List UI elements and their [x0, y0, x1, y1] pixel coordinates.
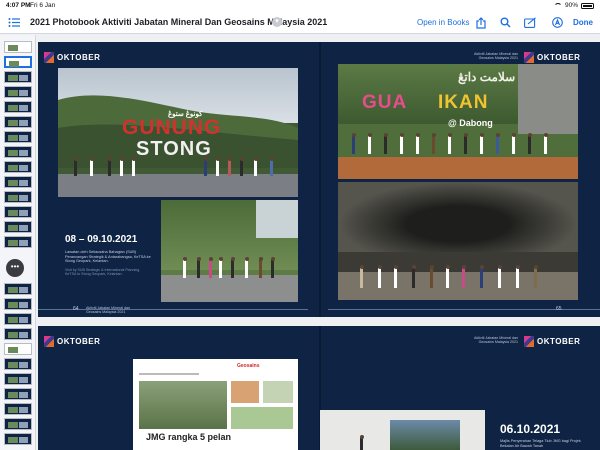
month-label: OKTOBER [537, 337, 581, 346]
status-right: 90% [553, 2, 594, 9]
page-thumbnail[interactable] [4, 388, 32, 400]
page-header-text: Aktiviti Jabatan Mineral dan Geosains Ma… [474, 52, 518, 61]
page-spread-66-67: OKTOBER Geosains JMG rangka 5 pelan Akti… [38, 326, 600, 450]
newspaper-logo: Geosains [237, 363, 260, 369]
page-thumbnail[interactable] [4, 236, 32, 248]
status-time: 4:07 PM [6, 2, 31, 9]
photo-ceremony [320, 410, 485, 450]
done-button[interactable]: Done [573, 18, 593, 27]
page-thumbnail[interactable] [4, 206, 32, 218]
spread-gutter [319, 42, 321, 317]
photo-forest-road [161, 200, 298, 302]
event-caption: Lawatan oleh Setiausaha Bahagian (SUB) P… [65, 250, 151, 264]
page-thumbnail[interactable] [4, 71, 32, 83]
status-date: Fri 6 Jan [30, 2, 56, 9]
page-thumbnail[interactable] [4, 146, 32, 158]
share-icon[interactable] [476, 17, 486, 32]
page-thumbnail[interactable] [4, 403, 32, 415]
page-spread-64-65: OKTOBER كونوڠ ستوڠ GUNUNG STONG 08 – 09.… [38, 42, 600, 317]
page-footer-text: Aktiviti Jabatan Mineral dan Geosains Ma… [86, 306, 130, 315]
page-thumbnail[interactable] [4, 328, 32, 340]
month-flag-icon [524, 336, 534, 347]
page-thumbnail[interactable] [4, 418, 32, 430]
search-icon[interactable] [500, 17, 511, 31]
month-flag-icon [524, 52, 534, 63]
page-thumbnail[interactable] [4, 433, 32, 445]
month-label: OKTOBER [537, 53, 581, 62]
page-thumbnail[interactable] [4, 161, 32, 173]
battery-icon [581, 2, 594, 9]
document-title[interactable]: 2021 Photobook Aktiviti Jabatan Mineral … [30, 17, 327, 27]
page-thumbnail[interactable] [4, 101, 32, 113]
page-thumbnail[interactable] [4, 373, 32, 385]
month-tag: OKTOBER [524, 52, 583, 63]
page-thumbnail[interactable] [4, 343, 32, 355]
page-number: 65 [556, 306, 562, 312]
page-thumbnail[interactable] [4, 131, 32, 143]
month-tag: OKTOBER [44, 336, 103, 347]
sign-jawi-text: سلامت داتڠ [458, 70, 516, 84]
wifi-icon [553, 2, 562, 9]
page-thumbnail[interactable] [4, 41, 32, 53]
photo-gua-ikan-sign: سلامت داتڠ GUA IKAN @ Dabong [338, 64, 578, 179]
event-date: 08 – 09.10.2021 [65, 234, 138, 245]
month-tag: OKTOBER [44, 52, 103, 63]
event-date: 06.10.2021 [500, 422, 561, 436]
page-thumbnail[interactable] [4, 313, 32, 325]
page-thumbnail[interactable] [4, 116, 32, 128]
sign-gua-text: GUA [362, 92, 408, 113]
page-header-text: Aktiviti Jabatan Mineral dan Geosains Ma… [474, 336, 518, 345]
chevron-down-icon[interactable]: ▾ [272, 17, 282, 27]
photo-gunung-stong: كونوڠ ستوڠ GUNUNG STONG [58, 68, 298, 197]
page-thumbnail[interactable] [4, 283, 32, 295]
thumbnail-sidebar: ••• [0, 35, 36, 450]
page-thumbnail[interactable] [4, 176, 32, 188]
page-thumbnail-selected[interactable] [4, 56, 32, 68]
more-icon[interactable]: ••• [6, 259, 24, 277]
toolbar: 2021 Photobook Aktiviti Jabatan Mineral … [0, 12, 600, 34]
page-number: 64 [73, 306, 79, 312]
page-thumbnail[interactable] [4, 358, 32, 370]
sign-stong-text: STONG [136, 138, 212, 160]
sidebar-toggle-icon[interactable] [8, 17, 20, 31]
month-flag-icon [44, 52, 54, 63]
month-label: OKTOBER [57, 337, 101, 346]
newspaper-headline-line1: JMG rangka 5 pelan [146, 432, 232, 442]
event-caption: Majlis Penyerahan Telaga Tiub JMG bagi P… [500, 439, 581, 448]
event-caption-english: Visit by SUB Strategic & International P… [65, 268, 141, 277]
page-thumbnail[interactable] [4, 221, 32, 233]
open-in-books-button[interactable]: Open in Books [417, 18, 469, 27]
battery-percent: 90% [564, 2, 578, 9]
annotate-icon[interactable] [552, 17, 563, 31]
month-flag-icon [44, 336, 54, 347]
pdf-viewer: 4:07 PM Fri 6 Jan 90% 2021 Photobook Akt… [0, 0, 600, 450]
page-thumbnail[interactable] [4, 298, 32, 310]
sign-ikan-text: IKAN [438, 92, 489, 113]
sign-dabong-text: @ Dabong [448, 118, 493, 128]
photo-cave-group [338, 182, 578, 300]
status-bar: 4:07 PM Fri 6 Jan 90% [0, 0, 600, 12]
month-label: OKTOBER [57, 53, 101, 62]
markup-icon[interactable] [524, 17, 537, 31]
month-tag: OKTOBER [524, 336, 583, 347]
sign-gunung-text: GUNUNG [122, 116, 222, 139]
page-thumbnail[interactable] [4, 86, 32, 98]
page-thumbnail[interactable] [4, 191, 32, 203]
